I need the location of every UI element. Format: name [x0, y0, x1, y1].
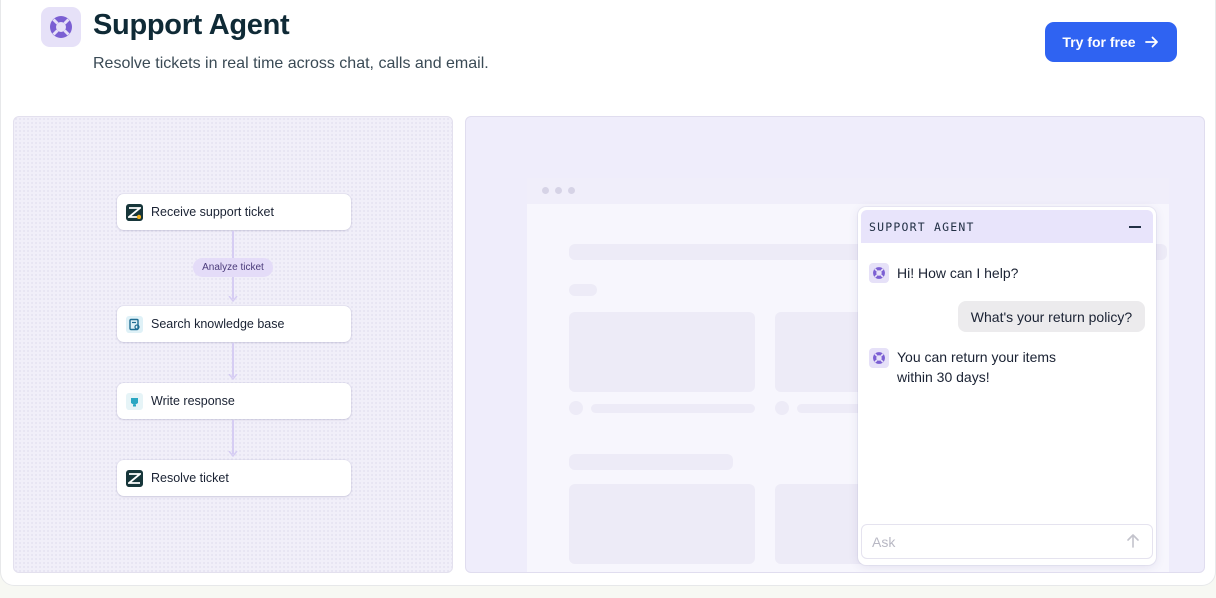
arrow-down-icon — [228, 374, 238, 380]
skeleton-bar — [569, 454, 733, 470]
product-card: Support Agent Resolve tickets in real ti… — [0, 0, 1216, 586]
window-dot — [542, 187, 549, 194]
user-message: What's your return policy? — [958, 301, 1145, 332]
step-resolve-ticket[interactable]: Resolve ticket — [117, 460, 351, 496]
cta-label: Try for free — [1062, 34, 1136, 50]
step-search-knowledge-base[interactable]: Search knowledge base — [117, 306, 351, 342]
window-dot — [568, 187, 575, 194]
zendesk-icon — [126, 469, 143, 487]
try-for-free-button[interactable]: Try for free — [1045, 22, 1177, 62]
step-label: Resolve ticket — [151, 471, 229, 485]
bot-avatar-icon — [869, 263, 889, 283]
lifebuoy-icon — [41, 7, 81, 47]
chat-title: SUPPORT AGENT — [869, 219, 975, 234]
skeleton-bar — [569, 284, 597, 296]
step-write-response[interactable]: Write response — [117, 383, 351, 419]
bot-avatar-icon — [869, 348, 889, 368]
bot-message: Hi! How can I help? — [897, 265, 1019, 281]
zendesk-icon — [126, 203, 143, 221]
step-label: Write response — [151, 394, 235, 408]
arrow-down-icon — [228, 296, 238, 302]
knowledge-base-icon — [126, 315, 143, 333]
page-subtitle: Resolve tickets in real time across chat… — [93, 55, 489, 72]
skeleton-bar — [591, 404, 755, 413]
skeleton-avatar — [775, 401, 789, 415]
window-dot — [555, 187, 562, 194]
step-label: Receive support ticket — [151, 205, 274, 219]
arrow-down-icon — [228, 451, 238, 457]
analyze-ticket-badge: Analyze ticket — [193, 258, 273, 277]
chat-demo-panel: SUPPORT AGENT Hi! How can I help? What's… — [465, 116, 1205, 573]
step-label: Search knowledge base — [151, 317, 285, 331]
bot-message: You can return your items within 30 days… — [897, 349, 1057, 385]
ask-input[interactable] — [861, 524, 1153, 559]
minimize-icon[interactable] — [1129, 225, 1141, 228]
page-title: Support Agent — [93, 9, 290, 41]
step-receive-ticket[interactable]: Receive support ticket — [117, 194, 351, 230]
chat-widget: SUPPORT AGENT Hi! How can I help? What's… — [858, 207, 1156, 565]
skeleton-avatar — [569, 401, 583, 415]
arrow-right-icon — [1144, 36, 1158, 48]
chat-header: SUPPORT AGENT — [861, 210, 1153, 243]
browser-titlebar — [527, 178, 1169, 204]
send-arrow-icon[interactable] — [1124, 532, 1142, 550]
workflow-panel: Receive support ticket Analyze ticket Se… — [13, 116, 453, 573]
skeleton-card — [569, 484, 755, 564]
skeleton-card — [569, 312, 755, 392]
write-icon — [126, 392, 143, 410]
connector-line — [232, 343, 234, 377]
connector-line — [232, 231, 234, 258]
connector-line — [232, 420, 234, 454]
